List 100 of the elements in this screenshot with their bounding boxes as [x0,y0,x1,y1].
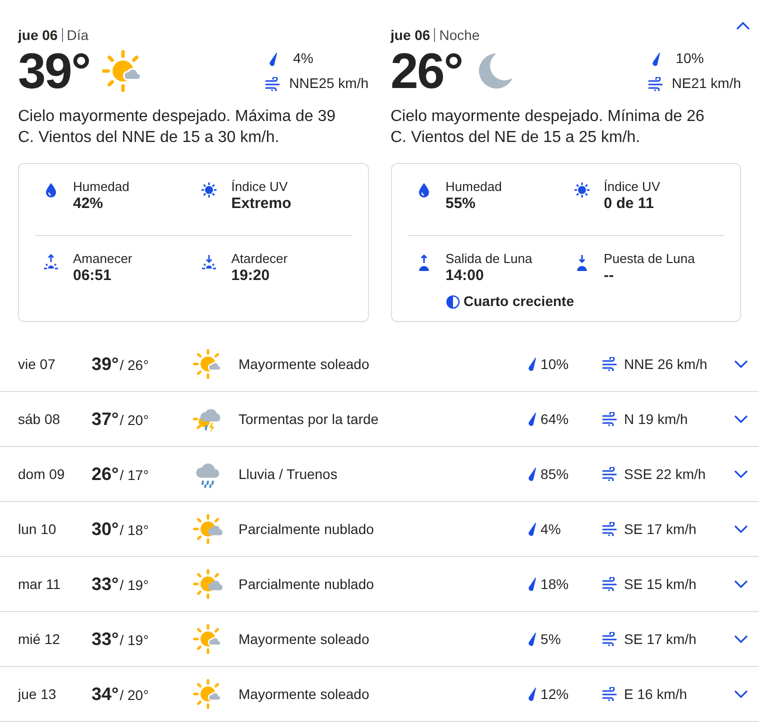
wind-icon [602,632,618,646]
date-label: jue 06 [18,26,58,45]
detail-label: Salida de Luna [446,250,532,267]
chevron-icon[interactable] [734,524,748,534]
wind-speed: SSE 22 km/h [624,464,706,484]
wind-icon [602,687,618,701]
raindrop-icon [526,577,537,591]
raindrop-icon [650,52,661,66]
precip-chance: 12% [540,684,569,704]
precip-chance: 85% [540,464,569,484]
chevron-icon[interactable] [736,20,750,30]
high-temp: 34° [92,682,119,706]
sun-icon [201,182,218,198]
detail-value: 14:00 [446,267,485,285]
raindrop-icon [526,687,537,701]
detail-value: 55% [446,195,477,213]
condition-text: Mayormente soleado [238,354,370,374]
temperature: 26° [390,46,462,96]
half-moon-icon [446,294,460,308]
detail-value: 19:20 [231,267,271,285]
detail-label: Humedad [446,178,502,195]
raindrop-icon [526,632,537,646]
raindrop-icon [268,52,278,66]
condition-text: Parcialmente nublado [238,520,375,538]
detail-value: 0 de 11 [604,195,655,213]
date-label: jue 06 [390,26,430,45]
precip-chance: 10% [540,354,569,374]
low-temp: / 20° [120,410,149,430]
chevron-icon[interactable] [734,360,748,368]
moonset-icon [574,254,589,272]
water-drop-icon [416,182,430,198]
sunrise-icon [43,254,59,270]
precip-chance: 4% [293,49,314,68]
high-temp: 39° [92,352,119,376]
low-temp: / 19° [120,630,149,650]
detail-label: Humedad [73,178,130,195]
sun-icon [574,182,590,198]
detail-label: Índice UV [604,178,660,195]
high-temp: 26° [92,462,119,486]
condition-text: Parcialmente nublado [238,574,375,594]
day-label: mar 11 [18,574,62,594]
raindrop-icon [526,522,537,536]
detail-label: Índice UV [231,178,289,195]
sun-cloud-icon [192,624,223,654]
precip-chance: 64% [540,410,569,428]
precip-chance: 4% [540,520,561,538]
wind-speed: E 16 km/h [624,684,688,704]
forecast-description: Cielo mayormente despejado. Máxima de 39 C. Vientos del NNE de 15 a 30 km/h. [18,107,336,148]
moon-phase: Cuarto creciente [464,292,574,311]
detail-value: Extremo [231,195,292,213]
sunset-icon [201,254,218,270]
forecast-description: Cielo mayormente despejado. Mínima de 26 C. Vientos del NE de 15 a 25 km/h. [390,107,706,148]
wind-icon [602,467,618,481]
sun-cloud-icon [192,349,223,379]
detail-value: 06:51 [73,267,112,285]
condition-text: Mayormente soleado [238,630,370,649]
low-temp: / 26° [120,356,149,374]
wind-speed: SE 17 km/h [624,630,696,648]
wind-icon [602,357,618,371]
wind-speed: NNE25 km/h [289,74,368,93]
period-label: Noche [439,26,480,44]
detail-label: Amanecer [73,250,132,267]
sun-cloud-icon [192,679,223,709]
sun-cloud-icon [192,514,223,544]
low-temp: / 18° [120,520,149,540]
precip-chance: 5% [540,630,561,648]
wind-speed: SE 17 km/h [624,520,696,538]
low-temp: / 17° [120,466,149,484]
sun-cloud-icon [192,569,223,599]
temperature: 39° [18,46,90,96]
moonrise-icon [416,254,430,272]
wind-icon [602,577,618,591]
condition-text: Lluvia / Truenos [238,464,338,484]
day-label: mié 12 [18,630,62,648]
chevron-icon[interactable] [734,634,748,644]
chevron-icon[interactable] [734,580,748,588]
day-label: lun 10 [18,520,58,538]
raindrop-icon [526,467,537,481]
period-label: Día [66,26,88,44]
chevron-icon[interactable] [734,690,748,698]
day-label: vie 07 [18,354,56,374]
chevron-icon[interactable] [734,414,748,424]
day-label: jue 13 [18,684,58,704]
high-temp: 33° [92,572,119,596]
condition-text: Tormentas por la tarde [238,410,380,429]
wind-icon [602,412,618,426]
precip-chance: 10% [676,49,704,68]
wind-speed: NNE 26 km/h [624,354,708,374]
raindrop-icon [526,357,537,371]
wind-icon [265,76,282,90]
chevron-icon[interactable] [734,470,748,478]
wind-speed: N 19 km/h [624,410,688,428]
precip-chance: 18% [540,574,569,594]
wind-icon [602,522,618,536]
condition-text: Mayormente soleado [238,684,370,704]
wind-icon [648,76,664,90]
wind-speed: SE 15 km/h [624,574,696,594]
raindrop-icon [526,412,537,426]
low-temp: / 19° [120,576,149,594]
detail-value: 42% [73,195,104,213]
